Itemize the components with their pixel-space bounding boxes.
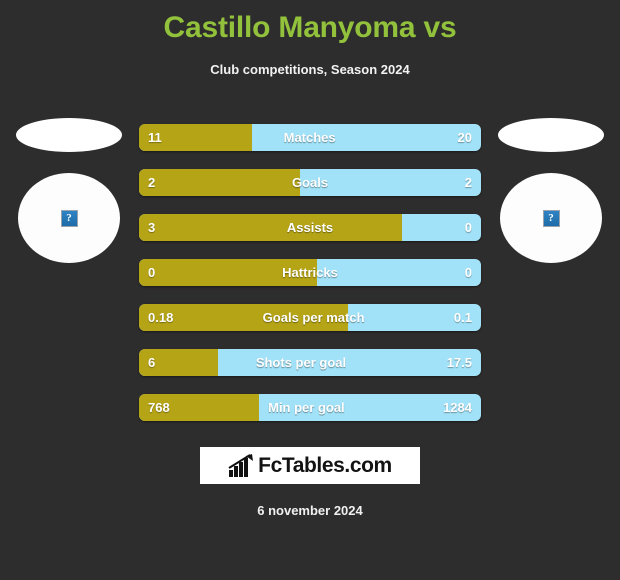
stat-label: Assists bbox=[286, 220, 334, 235]
broken-image-glyph: ? bbox=[66, 211, 72, 224]
stat-value-left: 11 bbox=[148, 130, 162, 145]
stat-value-left: 6 bbox=[148, 355, 156, 370]
table-row: 768 Min per goal 1284 bbox=[139, 394, 481, 421]
stat-value-right: 0 bbox=[464, 220, 472, 235]
left-player-panel: ? bbox=[0, 118, 138, 278]
bar-text: 2 Goals 2 bbox=[139, 169, 481, 196]
table-row: 0.18 Goals per match 0.1 bbox=[139, 304, 481, 331]
fctables-logo[interactable]: FcTables.com bbox=[200, 447, 420, 484]
bar-chart-arrow-icon bbox=[228, 453, 254, 477]
bar-text: 0.18 Goals per match 0.1 bbox=[139, 304, 481, 331]
broken-image-icon: ? bbox=[60, 209, 78, 227]
stat-value-left: 0 bbox=[148, 265, 156, 280]
stat-label: Matches bbox=[283, 130, 336, 145]
table-row: 2 Goals 2 bbox=[139, 169, 481, 196]
stat-label: Goals per match bbox=[262, 310, 365, 325]
stat-value-left: 768 bbox=[148, 400, 170, 415]
bar-text: 11 Matches 20 bbox=[139, 124, 481, 151]
stat-label: Hattricks bbox=[282, 265, 338, 280]
stat-comparison-card: Castillo Manyoma vs Club competitions, S… bbox=[0, 0, 620, 580]
right-player-photo: ? bbox=[500, 173, 602, 263]
left-player-photo: ? bbox=[18, 173, 120, 263]
header: Castillo Manyoma vs Club competitions, S… bbox=[0, 0, 620, 78]
stat-label: Goals bbox=[291, 175, 329, 190]
broken-image-glyph: ? bbox=[548, 211, 554, 224]
date-label: 6 november 2024 bbox=[257, 503, 363, 518]
left-club-logo bbox=[16, 118, 122, 152]
bar-text: 0 Hattricks 0 bbox=[139, 259, 481, 286]
stat-value-right: 1284 bbox=[443, 400, 472, 415]
stat-value-right: 0.1 bbox=[453, 310, 472, 325]
stat-value-right: 0 bbox=[464, 265, 472, 280]
bar-text: 6 Shots per goal 17.5 bbox=[139, 349, 481, 376]
stat-value-right: 20 bbox=[457, 130, 472, 145]
broken-image-icon: ? bbox=[542, 209, 560, 227]
page-subtitle: Club competitions, Season 2024 bbox=[210, 62, 410, 77]
table-row: 0 Hattricks 0 bbox=[139, 259, 481, 286]
stat-value-left: 3 bbox=[148, 220, 156, 235]
stat-value-left: 0.18 bbox=[148, 310, 174, 325]
stat-label: Min per goal bbox=[268, 400, 345, 415]
stat-value-right: 2 bbox=[464, 175, 472, 190]
stat-bars: 11 Matches 20 2 Goals 2 3 Assists 0 0 Ha… bbox=[139, 124, 481, 421]
bar-text: 3 Assists 0 bbox=[139, 214, 481, 241]
stat-value-left: 2 bbox=[148, 175, 156, 190]
table-row: 6 Shots per goal 17.5 bbox=[139, 349, 481, 376]
table-row: 3 Assists 0 bbox=[139, 214, 481, 241]
right-club-logo bbox=[498, 118, 604, 152]
bar-text: 768 Min per goal 1284 bbox=[139, 394, 481, 421]
stat-value-right: 17.5 bbox=[446, 355, 472, 370]
right-player-panel: ? bbox=[482, 118, 620, 278]
page-title: Castillo Manyoma vs bbox=[163, 11, 457, 44]
table-row: 11 Matches 20 bbox=[139, 124, 481, 151]
fctables-logo-text: FcTables.com bbox=[258, 454, 392, 477]
stat-label: Shots per goal bbox=[255, 355, 347, 370]
